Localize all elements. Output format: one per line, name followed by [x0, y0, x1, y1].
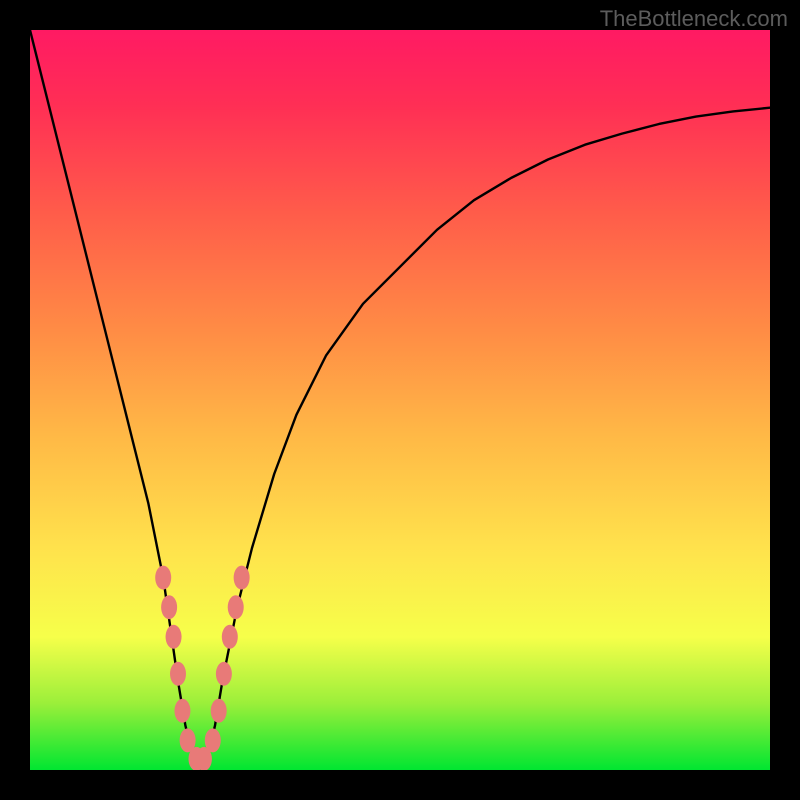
highlight-dot [216, 662, 232, 686]
watermark-text: TheBottleneck.com [600, 6, 788, 32]
highlight-dot [211, 699, 227, 723]
highlight-dot [166, 625, 182, 649]
plot-area [30, 30, 770, 770]
highlight-dot [155, 566, 171, 590]
highlight-dot [205, 728, 221, 752]
highlight-dots-group [155, 566, 249, 770]
highlight-dot [228, 595, 244, 619]
bottleneck-curve [30, 30, 770, 763]
chart-frame: TheBottleneck.com [0, 0, 800, 800]
curve-layer [30, 30, 770, 770]
highlight-dot [170, 662, 186, 686]
highlight-dot [174, 699, 190, 723]
highlight-dot [222, 625, 238, 649]
highlight-dot [161, 595, 177, 619]
highlight-dot [234, 566, 250, 590]
